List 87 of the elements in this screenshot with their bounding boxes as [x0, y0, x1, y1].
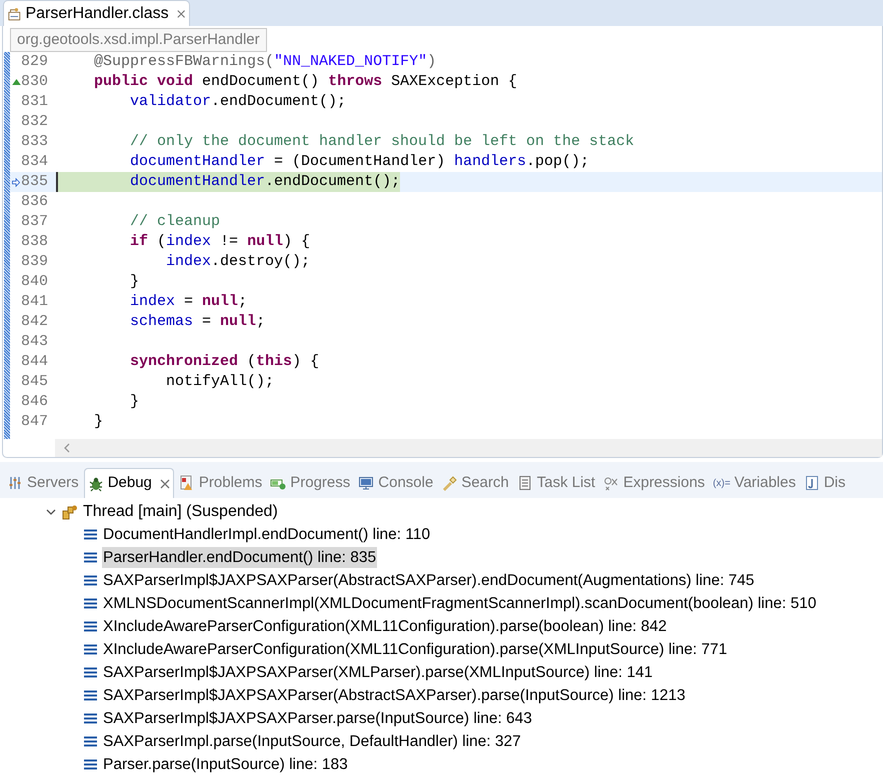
stack-frame-icon	[84, 644, 97, 655]
stack-frame[interactable]: SAXParserImpl$JAXPSAXParser(AbstractSAXParser).parse(InputSource) line: 1213	[102, 685, 686, 706]
view-tab[interactable]: Debug	[84, 468, 174, 498]
class-file-icon	[8, 6, 22, 22]
view-tab[interactable]: (x)= Variables	[710, 468, 799, 498]
code-line: }	[93, 412, 104, 432]
tooltip: org.geotools.xsd.impl.ParserHandler	[10, 28, 267, 52]
stack-frame-icon	[84, 575, 97, 586]
code-line: }	[129, 272, 140, 292]
stack-frame-icon	[84, 713, 97, 724]
thread-icon	[62, 504, 78, 520]
line-number: 846	[21, 392, 49, 412]
line-number: 834	[21, 152, 49, 172]
chevron-icon[interactable]	[46, 506, 56, 516]
view-tab[interactable]: Progress	[267, 468, 354, 498]
stack-frame[interactable]: SAXParserImpl$JAXPSAXParser.parse(InputSource) line: 643	[102, 708, 534, 729]
warning-document-icon	[178, 475, 195, 491]
stack-frame[interactable]: SAXParserImpl.parse(InputSource, DefaultHandler) line: 327	[102, 731, 522, 752]
stack-frame[interactable]: XIncludeAwareParserConfiguration(XML11Configuration).parse(boolean) line: 842	[102, 616, 668, 637]
stack-frame-icon	[84, 529, 97, 540]
monitor-icon	[358, 475, 374, 491]
line-number: 847	[21, 412, 49, 432]
code-line: notifyAll();	[165, 372, 274, 392]
line-number: 832	[21, 112, 49, 132]
code-line: validator.endDocument();	[129, 92, 346, 112]
line-number: 840	[21, 272, 49, 292]
line-number: 837	[21, 212, 49, 232]
line-number: 836	[21, 192, 49, 212]
stack-frame[interactable]: ParserHandler.endDocument() line: 835	[102, 547, 378, 568]
close-icon[interactable]	[160, 478, 170, 488]
line-number: 839	[21, 252, 49, 272]
view-tab[interactable]: Console	[355, 468, 436, 498]
flashlight-icon	[441, 475, 458, 491]
line-number: 844	[21, 352, 49, 372]
code-line: schemas = null;	[129, 312, 266, 332]
line-number: 842	[21, 312, 49, 332]
stack-frame-icon	[84, 552, 97, 563]
stack-frame[interactable]: XMLNSDocumentScannerImpl(XMLDocumentFragmentScannerImpl).scanDocument(boolean) line: 510	[102, 593, 818, 614]
bug-icon	[88, 476, 104, 492]
view-tab[interactable]: Dis	[800, 468, 849, 498]
code-line: documentHandler.endDocument();	[129, 172, 400, 192]
stack-frame[interactable]: SAXParserImpl$JAXPSAXParser(AbstractSAXParser).endDocument(Augmentations) line: 745	[102, 570, 756, 591]
horizontal-scrollbar[interactable]	[55, 439, 882, 457]
code-line: @SuppressFBWarnings("NN_NAKED_NOTIFY")	[93, 52, 436, 72]
line-number: 829	[21, 52, 49, 72]
close-icon[interactable]	[176, 8, 185, 18]
code-line: synchronized (this) {	[129, 352, 320, 372]
stack-frame-icon	[84, 667, 97, 678]
document-icon	[804, 475, 820, 491]
clipboard-icon	[516, 475, 533, 491]
editor-tab[interactable]: ParserHandler.class	[3, 0, 190, 26]
view-tab[interactable]: Servers	[4, 468, 82, 498]
line-number: 843	[21, 332, 49, 352]
scroll-left-icon[interactable]	[63, 443, 71, 453]
code-line: index.destroy();	[165, 252, 310, 272]
stack-frame-icon	[84, 690, 97, 701]
stack-frame[interactable]: SAXParserImpl$JAXPSAXParser(XMLParser).parse(XMLInputSource) line: 141	[102, 662, 654, 683]
stack-frame[interactable]: DocumentHandlerImpl.endDocument() line: 110	[102, 524, 432, 545]
line-number: 830	[21, 72, 49, 92]
line-number: 833	[21, 132, 49, 152]
line-number: 838	[21, 232, 49, 252]
code-line: documentHandler = (DocumentHandler) handlers.pop();	[129, 152, 590, 172]
view-tab[interactable]: Task List	[514, 468, 598, 498]
variables-icon: (x)=	[712, 476, 730, 490]
code-line: // cleanup	[129, 212, 220, 232]
view-tab[interactable]: Expressions	[600, 468, 708, 498]
expressions-icon	[603, 475, 620, 491]
view-tab[interactable]: Problems	[176, 468, 266, 498]
stack-frame-icon	[84, 736, 97, 747]
stack-frame[interactable]: Parser.parse(InputSource) line: 183	[102, 754, 349, 775]
stack-frame-icon	[84, 759, 97, 770]
tab-label: ParserHandler.class	[25, 4, 169, 24]
stack-frame-icon	[84, 598, 97, 609]
code-line: // only the document handler should be left on the stack	[129, 132, 634, 152]
thread-label[interactable]: Thread [main] (Suspended)	[83, 500, 278, 524]
stack-frame-icon	[84, 621, 97, 632]
code-line: }	[129, 392, 140, 412]
code-line: public void endDocument() throws SAXException {	[93, 72, 518, 92]
code-line: index = null;	[129, 292, 248, 312]
sliders-icon	[7, 475, 23, 491]
stack-frame[interactable]: XIncludeAwareParserConfiguration(XML11Configuration).parse(XMLInputSource) line: 771	[102, 639, 728, 660]
code-line: if (index != null) {	[129, 232, 310, 252]
line-number: 845	[21, 372, 49, 392]
view-tab[interactable]: Search	[438, 468, 512, 498]
line-number: 841	[21, 292, 49, 312]
line-number: 831	[21, 92, 49, 112]
line-number: 835	[21, 172, 49, 192]
